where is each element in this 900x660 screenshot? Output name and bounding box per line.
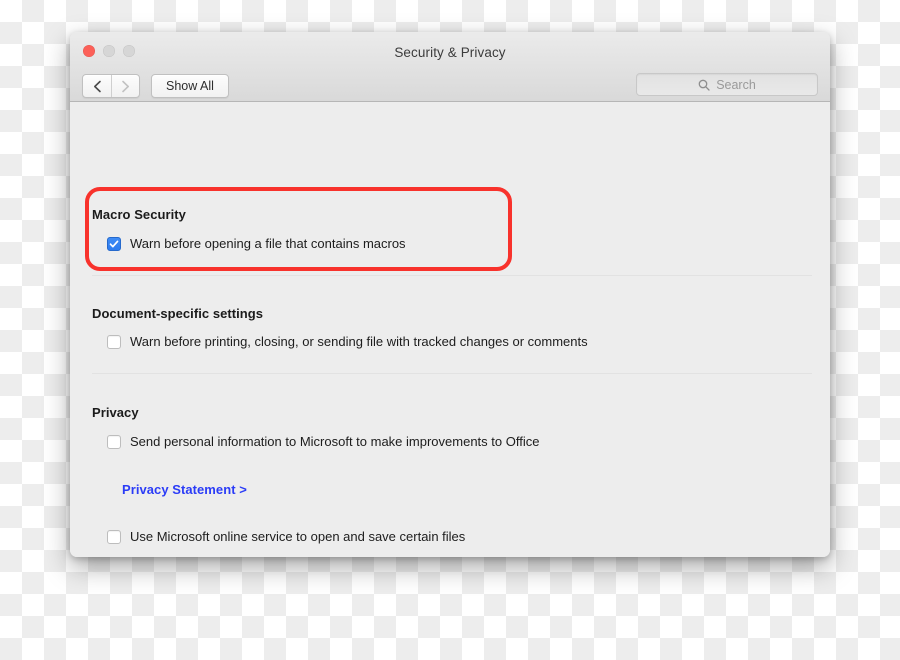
online-service-checkbox-row[interactable]: Use Microsoft online service to open and… [107, 529, 465, 544]
macro-security-heading: Macro Security [92, 207, 186, 222]
security-privacy-window: Security & Privacy Show All Search Macro… [70, 32, 830, 557]
tracked-changes-checkbox[interactable] [107, 335, 121, 349]
checkmark-icon [109, 240, 119, 248]
window-title: Security & Privacy [394, 45, 506, 60]
transparent-backdrop: Security & Privacy Show All Search Macro… [0, 0, 900, 660]
window-titlebar: Security & Privacy Show All Search [70, 32, 830, 102]
chevron-left-icon [93, 80, 101, 92]
macro-security-highlight-annotation [85, 187, 512, 271]
send-personal-info-label: Send personal information to Microsoft t… [130, 434, 540, 449]
privacy-statement-link[interactable]: Privacy Statement > [122, 482, 247, 497]
document-settings-heading: Document-specific settings [92, 306, 264, 321]
forward-button[interactable] [111, 75, 139, 97]
privacy-heading: Privacy [92, 405, 139, 420]
online-service-checkbox[interactable] [107, 530, 121, 544]
show-all-label: Show All [166, 79, 214, 93]
tracked-changes-checkbox-row[interactable]: Warn before printing, closing, or sendin… [107, 334, 588, 349]
divider-1 [92, 275, 812, 276]
send-personal-info-checkbox[interactable] [107, 435, 121, 449]
nav-segmented-control [82, 74, 140, 98]
macro-warn-label: Warn before opening a file that contains… [130, 236, 406, 251]
chevron-right-icon [122, 80, 129, 92]
search-placeholder: Search [716, 77, 756, 92]
tracked-changes-label: Warn before printing, closing, or sendin… [130, 334, 588, 349]
macro-warn-checkbox-row[interactable]: Warn before opening a file that contains… [107, 236, 406, 251]
show-all-button[interactable]: Show All [151, 74, 229, 98]
search-icon [698, 79, 710, 91]
toolbar: Show All Search [70, 70, 830, 102]
preferences-content: Macro Security Warn before opening a fil… [70, 102, 830, 557]
divider-2 [92, 373, 812, 374]
macro-warn-checkbox[interactable] [107, 237, 121, 251]
search-field[interactable]: Search [636, 73, 818, 96]
online-service-label: Use Microsoft online service to open and… [130, 529, 466, 544]
back-button[interactable] [83, 75, 111, 97]
send-personal-info-checkbox-row[interactable]: Send personal information to Microsoft t… [107, 434, 539, 449]
